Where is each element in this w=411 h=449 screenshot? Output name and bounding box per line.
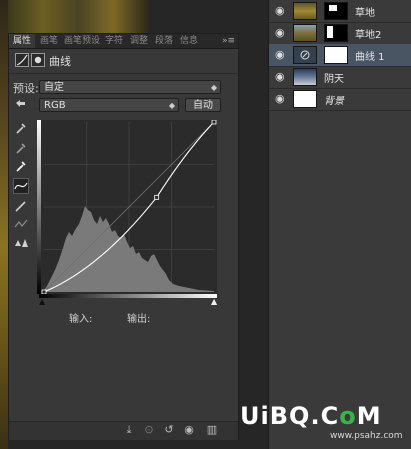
channel-value: RGB bbox=[44, 100, 66, 111]
black-input-slider[interactable]: ▲ bbox=[39, 297, 45, 306]
smooth-curve-icon[interactable] bbox=[13, 216, 29, 232]
channel-dropdown[interactable]: RGB ◆ bbox=[39, 98, 179, 112]
output-label: 输出: bbox=[127, 314, 151, 325]
curves-adjustment-icon bbox=[293, 46, 317, 64]
gray-point-eyedropper-icon[interactable] bbox=[13, 140, 29, 156]
photo-canvas-edge bbox=[0, 0, 8, 449]
preset-value: 自定 bbox=[44, 82, 64, 93]
eye-icon[interactable]: ◉ bbox=[275, 4, 285, 17]
layer-name: 背景 bbox=[324, 96, 344, 107]
layer-name: 草地 bbox=[355, 8, 375, 19]
input-label: 输入: bbox=[69, 314, 93, 325]
layer-mask-thumbnail bbox=[324, 24, 348, 42]
white-input-slider[interactable]: ▲ bbox=[211, 297, 217, 306]
tab-info[interactable]: 信息 bbox=[177, 34, 201, 48]
panel-bottom-bar: ⤓ ⊙ ↺ ◉ ▥ bbox=[9, 421, 238, 440]
divider bbox=[9, 73, 238, 74]
reset-icon[interactable]: ↺ bbox=[162, 423, 176, 437]
tab-brush[interactable]: 画笔 bbox=[36, 34, 62, 48]
watermark-char: U bbox=[240, 402, 261, 430]
on-image-adjust-icon[interactable] bbox=[13, 95, 29, 111]
preset-dropdown[interactable]: 自定 ◆ bbox=[39, 80, 221, 94]
adjustment-title: 曲线 bbox=[49, 55, 71, 68]
preset-label: 预设: bbox=[13, 82, 39, 95]
eye-icon[interactable]: ◉ bbox=[275, 70, 285, 83]
layer-name: 草地2 bbox=[355, 30, 382, 41]
eye-icon[interactable]: ◉ bbox=[275, 48, 285, 61]
white-point-eyedropper-icon[interactable] bbox=[13, 158, 29, 174]
tab-character[interactable]: 字符 bbox=[102, 34, 126, 48]
tab-brush-presets[interactable]: 画笔预设 bbox=[63, 34, 101, 48]
auto-button[interactable]: 自动 bbox=[185, 98, 221, 112]
visibility-icon[interactable]: ◉ bbox=[182, 423, 196, 437]
curves-adjustment-icon bbox=[15, 53, 29, 67]
layer-row[interactable]: ◉ 草地 bbox=[269, 0, 411, 23]
output-gradient-bar bbox=[37, 120, 41, 294]
curve-control-point[interactable] bbox=[211, 119, 217, 125]
watermark-char: i bbox=[260, 402, 270, 430]
curve-control-point[interactable] bbox=[154, 194, 160, 200]
layer-mask-thumbnail bbox=[324, 46, 348, 64]
layer-row[interactable]: ◉ 背景 bbox=[269, 88, 411, 111]
layer-thumbnail bbox=[293, 68, 317, 86]
watermark-char: o bbox=[339, 402, 357, 430]
tab-properties[interactable]: 属性 bbox=[9, 34, 35, 48]
layer-row[interactable]: ◉ 草地2 bbox=[269, 22, 411, 45]
layer-mask-thumbnail bbox=[324, 2, 348, 20]
panel-menu-icon[interactable]: »≡ bbox=[222, 34, 235, 48]
delete-icon[interactable]: ▥ bbox=[205, 423, 219, 437]
photo-canvas-top bbox=[8, 0, 148, 33]
layer-thumbnail bbox=[293, 2, 317, 20]
layer-name: 曲线 1 bbox=[355, 52, 385, 63]
input-gradient-bar bbox=[39, 294, 217, 298]
tab-paragraph[interactable]: 段落 bbox=[152, 34, 176, 48]
pencil-draw-icon[interactable] bbox=[13, 198, 29, 214]
layer-mask-icon[interactable] bbox=[31, 53, 45, 67]
curves-graph[interactable] bbox=[39, 119, 217, 295]
clipping-warning-icon[interactable] bbox=[13, 234, 29, 250]
layer-thumbnail bbox=[293, 24, 317, 42]
layer-row[interactable]: ◉ 阴天 bbox=[269, 66, 411, 89]
clip-to-layer-icon[interactable]: ⤓ bbox=[122, 423, 136, 437]
watermark-char: B bbox=[269, 402, 290, 430]
black-point-eyedropper-icon[interactable] bbox=[13, 120, 29, 136]
watermark-char: C bbox=[320, 402, 340, 430]
view-previous-icon[interactable]: ⊙ bbox=[142, 423, 156, 437]
watermark-url: www.psahz.com bbox=[330, 431, 403, 441]
adjustment-header: 曲线 bbox=[9, 49, 238, 73]
curves-chart[interactable] bbox=[39, 119, 217, 295]
layer-row-selected[interactable]: ◉ 曲线 1 bbox=[269, 44, 411, 67]
watermark-char: M bbox=[356, 402, 382, 430]
dropdown-arrow-icon: ◆ bbox=[210, 83, 217, 92]
watermark-char: . bbox=[310, 402, 321, 430]
eye-icon[interactable]: ◉ bbox=[275, 26, 285, 39]
watermark-logo: UiBQ.CoM bbox=[240, 402, 382, 430]
tab-adjustments[interactable]: 调整 bbox=[127, 34, 151, 48]
eye-icon[interactable]: ◉ bbox=[275, 92, 285, 105]
curve-edit-icon[interactable] bbox=[13, 178, 29, 194]
layer-name: 阴天 bbox=[324, 74, 344, 85]
layer-thumbnail bbox=[293, 90, 317, 108]
panel-tab-bar: 属性 画笔 画笔预设 字符 调整 段落 信息 »≡ bbox=[9, 34, 238, 49]
watermark-char: Q bbox=[289, 402, 311, 430]
properties-panel: 属性 画笔 画笔预设 字符 调整 段落 信息 »≡ 曲线 预设: 自定 ◆ RG… bbox=[8, 33, 239, 440]
dropdown-arrow-icon: ◆ bbox=[168, 101, 175, 110]
layers-panel: ◉ 草地 ◉ 草地2 ◉ 曲线 1 ◉ 阴天 ◉ 背景 bbox=[268, 0, 411, 449]
